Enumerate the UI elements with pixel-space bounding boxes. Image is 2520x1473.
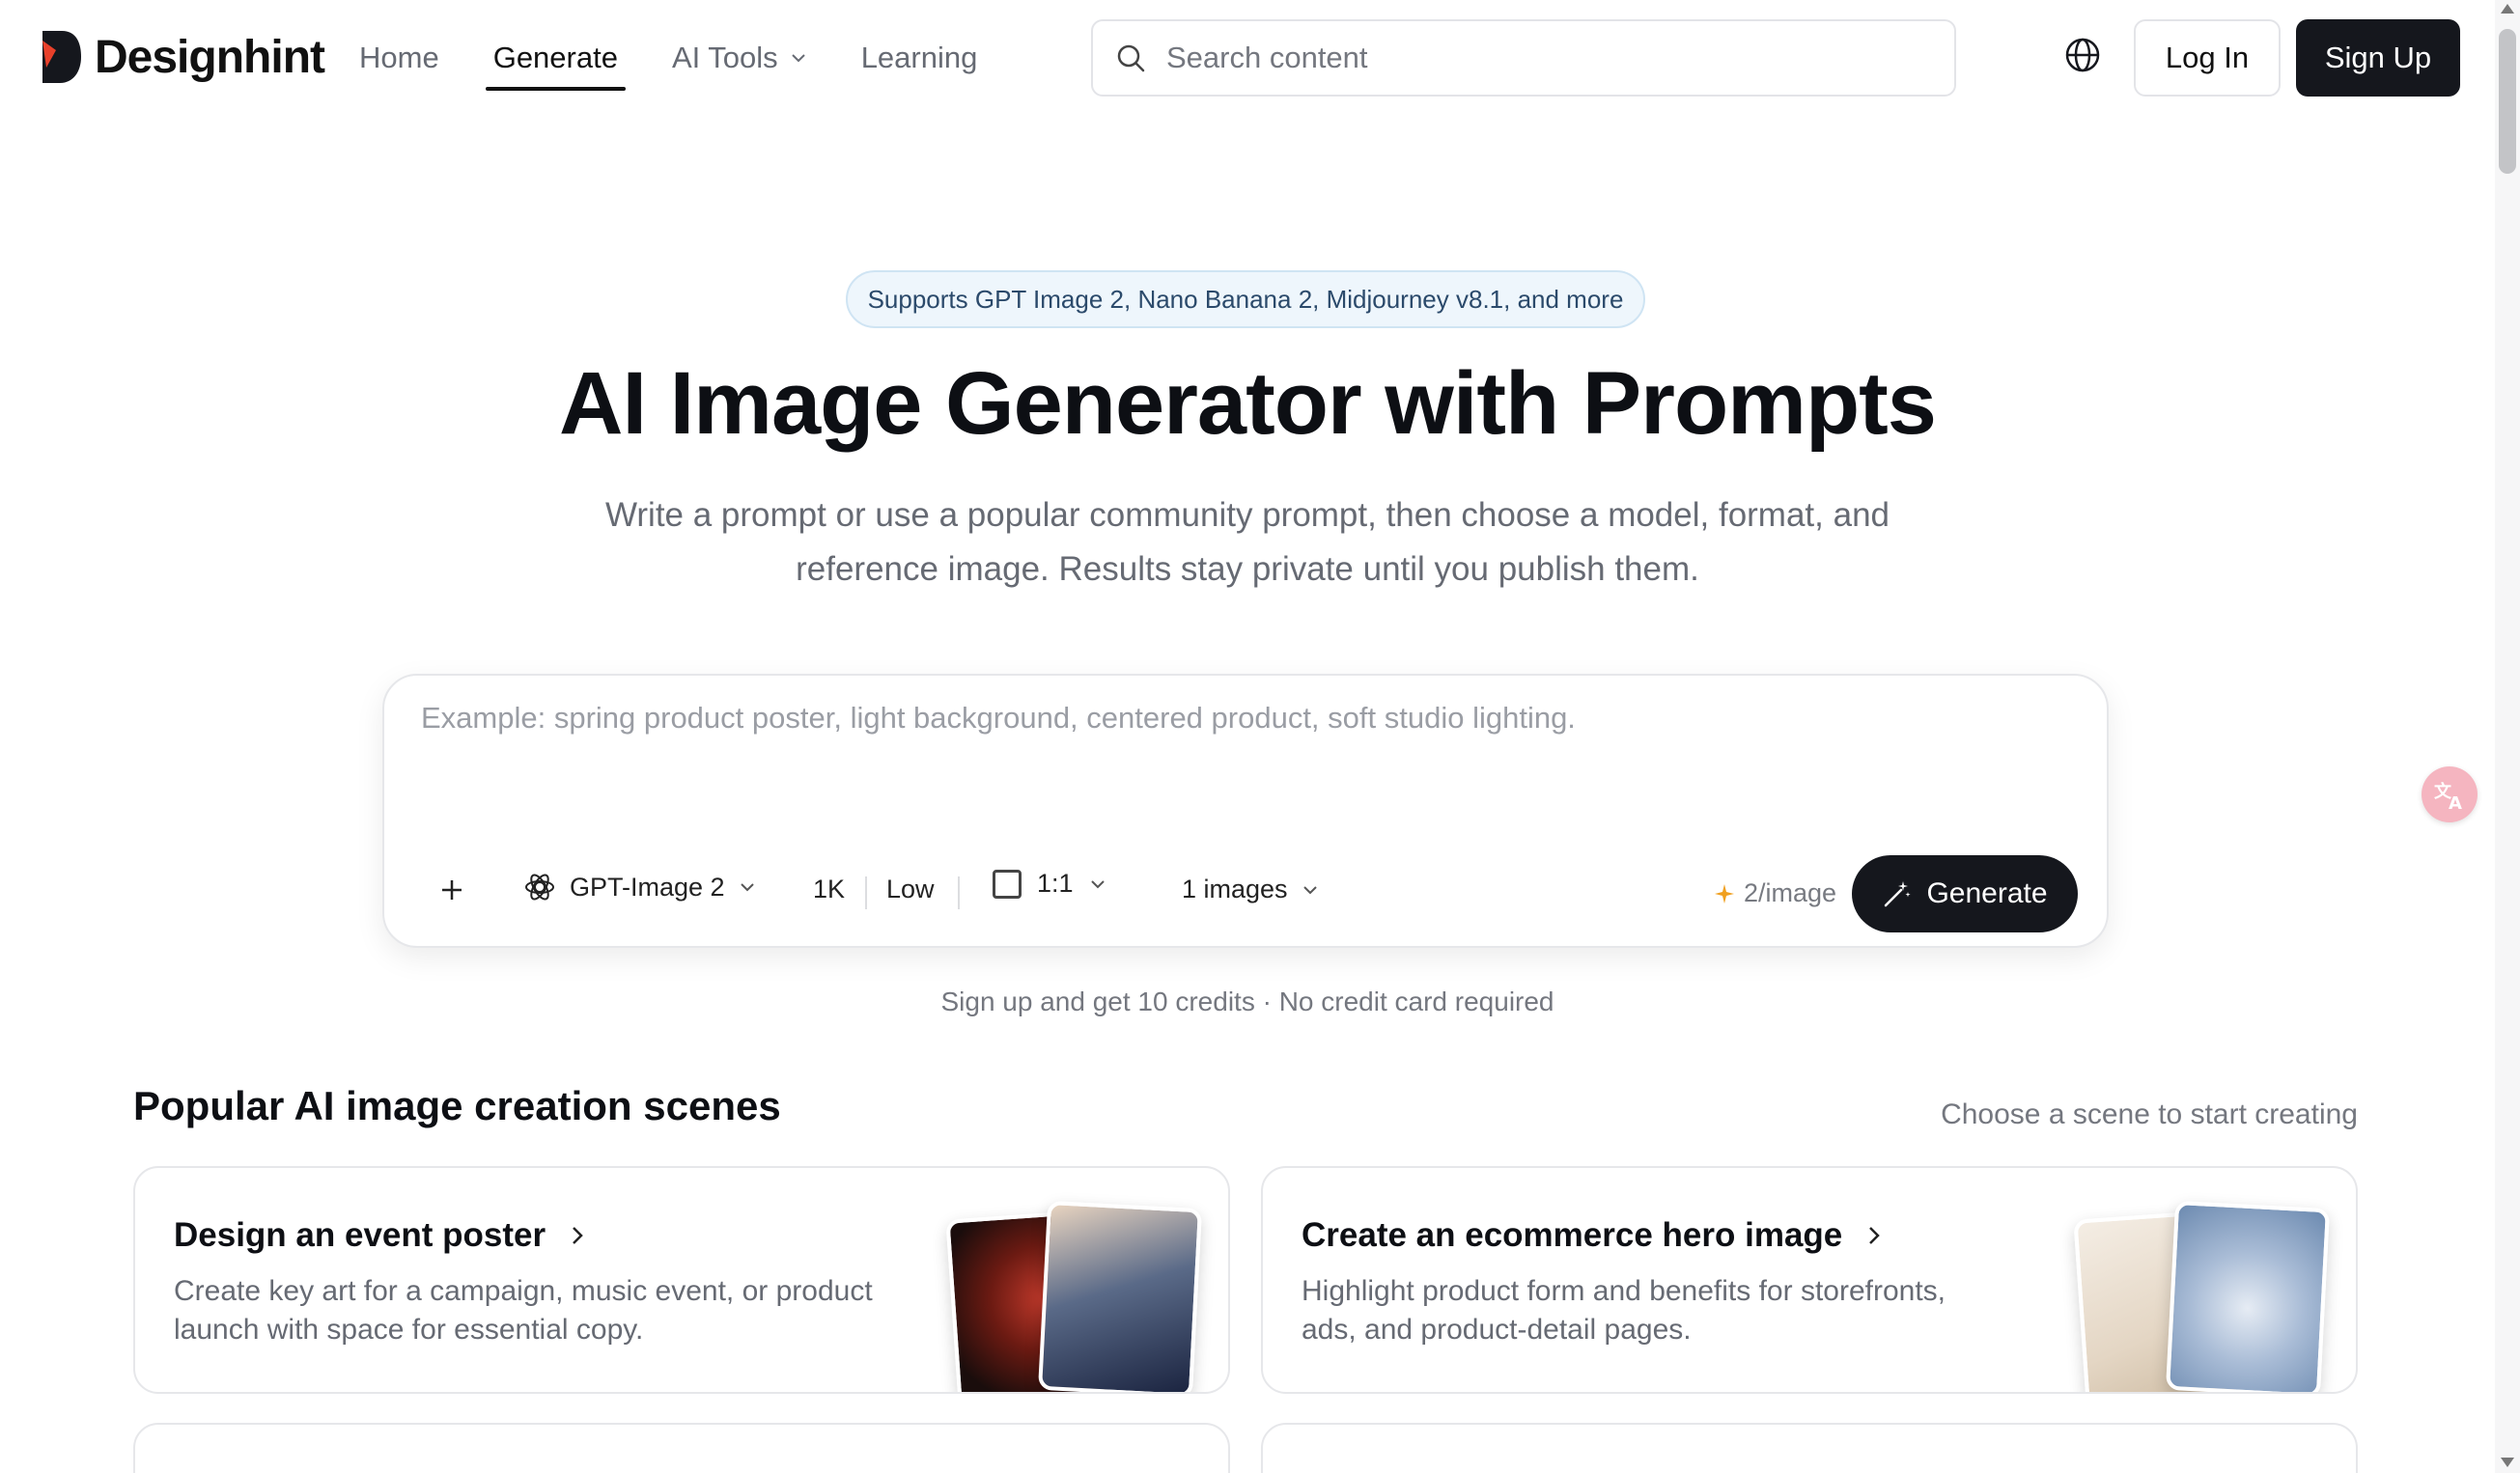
- prompt-input[interactable]: [421, 701, 2062, 817]
- scroll-up-arrow-icon[interactable]: [2501, 4, 2514, 14]
- search-icon: [1117, 44, 1145, 72]
- poster-thumbnail-sculpture: [1037, 1200, 1203, 1392]
- page-subtitle-line1: Write a prompt or use a popular communit…: [605, 496, 1890, 534]
- signup-button[interactable]: Sign Up: [2296, 19, 2460, 97]
- scene-card-partial[interactable]: [1261, 1423, 2358, 1473]
- chevron-down-icon: [791, 54, 805, 63]
- main-nav: Home Generate AI Tools Learning: [359, 35, 1031, 91]
- scene-card-title: Create an ecommerce hero image: [1302, 1216, 1885, 1255]
- image-count-label: 1 images: [1182, 875, 1288, 903]
- scene-card-thumbnails: [2066, 1200, 2356, 1392]
- supported-models-badge: Supports GPT Image 2, Nano Banana 2, Mid…: [846, 270, 1645, 328]
- openai-icon: [525, 874, 554, 901]
- nav-learning[interactable]: Learning: [861, 35, 978, 81]
- translate-icon: 文 A: [2434, 781, 2462, 813]
- add-reference-icon[interactable]: [433, 871, 471, 909]
- login-button[interactable]: Log In: [2134, 19, 2281, 97]
- nav-generate[interactable]: Generate: [485, 35, 627, 91]
- scene-card-description-line2: ads, and product-detail pages.: [1302, 1314, 1692, 1346]
- page-subtitle: Write a prompt or use a popular communit…: [579, 488, 1916, 597]
- prompt-composer: GPT-Image 2 1K Low 1:1 1 images 2/image: [382, 674, 2109, 948]
- aspect-ratio-selector[interactable]: 1:1: [993, 869, 1106, 899]
- scene-card-ecommerce-hero[interactable]: Create an ecommerce hero image Highlight…: [1261, 1166, 2358, 1394]
- generate-button[interactable]: Generate: [1852, 855, 2078, 932]
- logo-icon: [42, 31, 81, 83]
- sparkle-icon: [1715, 883, 1734, 903]
- product-thumbnail-headphones: [2165, 1200, 2331, 1392]
- nav-ai-tools[interactable]: AI Tools: [672, 35, 807, 81]
- credit-cost-label: 2/image: [1744, 878, 1837, 907]
- resolution-option[interactable]: 1K: [813, 875, 845, 904]
- search-input[interactable]: [1166, 41, 1900, 75]
- brand-logo[interactable]: Designhint: [39, 29, 325, 85]
- scene-card-description-line1: Highlight product form and benefits for …: [1302, 1275, 1946, 1307]
- scene-card-description-line2: launch with space for essential copy.: [174, 1314, 644, 1346]
- prompt-toolbar: GPT-Image 2 1K Low 1:1 1 images 2/image: [384, 855, 2107, 932]
- scroll-down-arrow-icon[interactable]: [2501, 1458, 2514, 1467]
- page-subtitle-line2: reference image. Results stay private un…: [796, 550, 1699, 588]
- chevron-down-icon: [1090, 879, 1105, 888]
- scenes-title: Popular AI image creation scenes: [133, 1083, 781, 1128]
- scene-card-title-text: Create an ecommerce hero image: [1302, 1216, 1843, 1254]
- aspect-ratio-label: 1:1: [1037, 869, 1074, 898]
- scroll-thumb[interactable]: [2499, 29, 2516, 174]
- scene-card-event-poster[interactable]: Design an event poster Create key art fo…: [133, 1166, 1230, 1394]
- top-header: Designhint Home Generate AI Tools Learni…: [0, 0, 2520, 116]
- scene-card-description: Create key art for a campaign, music eve…: [174, 1272, 908, 1349]
- scene-card-description: Highlight product form and benefits for …: [1302, 1272, 2035, 1349]
- generate-button-label: Generate: [1926, 877, 2048, 909]
- chevron-right-icon: [573, 1227, 583, 1244]
- page-title: AI Image Generator with Prompts: [559, 354, 1937, 453]
- translate-button[interactable]: 文 A: [2422, 766, 2478, 822]
- scenes-hint: Choose a scene to start creating: [1941, 1098, 2358, 1130]
- divider: [958, 876, 960, 909]
- aspect-ratio-icon: [993, 869, 1022, 899]
- globe-icon[interactable]: [2064, 37, 2101, 73]
- scene-card-title: Design an event poster: [174, 1216, 588, 1255]
- quality-option[interactable]: Low: [886, 875, 935, 904]
- brand-name: Designhint: [95, 31, 325, 83]
- scene-card-title-text: Design an event poster: [174, 1216, 546, 1254]
- credit-cost: 2/image: [1713, 878, 1836, 908]
- svg-text:A: A: [2449, 793, 2462, 813]
- scene-card-thumbnails: [938, 1200, 1228, 1392]
- nav-ai-tools-label: AI Tools: [671, 41, 778, 74]
- model-label: GPT-Image 2: [570, 872, 725, 902]
- chevron-down-icon: [740, 883, 754, 892]
- chevron-right-icon: [1869, 1227, 1881, 1244]
- scene-card-description-line1: Create key art for a campaign, music eve…: [174, 1275, 873, 1307]
- search-box[interactable]: [1091, 19, 1956, 97]
- model-selector[interactable]: GPT-Image 2: [523, 871, 756, 903]
- scene-card-partial[interactable]: [133, 1423, 1230, 1473]
- chevron-down-icon: [1302, 885, 1317, 894]
- image-count-selector[interactable]: 1 images: [1182, 875, 1319, 904]
- divider: [865, 876, 867, 909]
- page-scrollbar[interactable]: [2495, 0, 2520, 1473]
- signup-credits-note: Sign up and get 10 credits · No credit c…: [940, 987, 1554, 1016]
- magic-wand-icon: [1885, 881, 1912, 907]
- nav-home[interactable]: Home: [359, 35, 439, 81]
